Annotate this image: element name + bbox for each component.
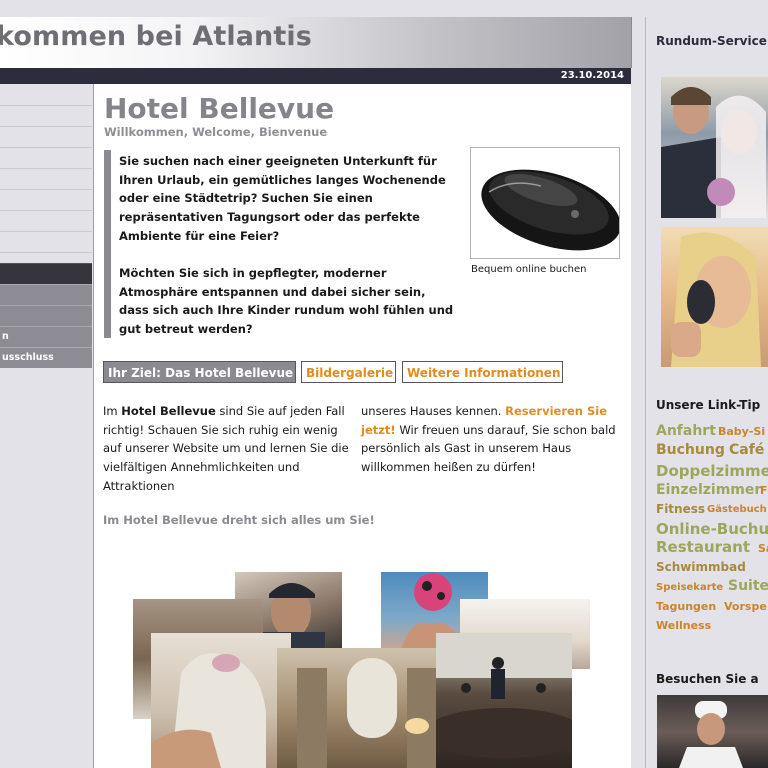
page-subtitle: Willkommen, Welcome, Bienvenue (104, 125, 328, 139)
tag-link[interactable]: Wellness (656, 619, 711, 632)
tag-link[interactable]: Anfahrt (656, 423, 716, 439)
nav-item-7[interactable] (0, 231, 92, 252)
tagline: Im Hotel Bellevue dreht sich alles um Si… (103, 513, 375, 527)
intro-quote-1: Sie suchen nach einer geeigneten Unterku… (119, 154, 446, 243)
tab-weitere-informationen[interactable]: Weitere Informationen (402, 361, 563, 383)
service-title: Rundum-Service Sie! (656, 34, 768, 48)
nav-item-5[interactable] (0, 189, 92, 210)
tab-ihr-ziel[interactable]: Ihr Ziel: Das Hotel Bellevue (103, 361, 296, 383)
tag-link[interactable]: F (760, 484, 768, 497)
nav-subitem-2[interactable] (0, 305, 92, 326)
meeting-image-icon (436, 633, 572, 758)
tag-link[interactable]: Gästebuch (707, 504, 767, 515)
nav-subitem-3[interactable]: n (0, 326, 92, 347)
collage-photo-hall (277, 648, 447, 768)
nav-item-1[interactable] (0, 105, 92, 126)
collage-photo-woman (151, 633, 291, 768)
nav-item-label: usschluss (2, 352, 54, 363)
wedding-image-icon (661, 87, 766, 218)
woman-image-icon (151, 653, 266, 768)
tab-bildergalerie[interactable]: Bildergalerie (301, 361, 396, 383)
nav-item-active[interactable] (0, 263, 92, 284)
paragraph-text: unseres Hauses kennen. (361, 404, 506, 418)
tag-link[interactable]: Speisekarte (656, 582, 723, 593)
computer-mouse-icon (481, 169, 621, 251)
image-caption: Bequem online buchen (471, 264, 587, 275)
collage-photo-meeting (436, 633, 572, 768)
tag-link[interactable]: Suite (728, 578, 768, 594)
tag-link[interactable]: Sa (758, 542, 768, 555)
intro-quote-2: Möchten Sie sich in gepflegter, moderner… (119, 266, 454, 337)
hall-image-icon (297, 658, 437, 768)
nav-item-label: n (2, 331, 9, 342)
nav-item-2[interactable] (0, 126, 92, 147)
paragraph-text: Im (103, 404, 122, 418)
tag-link[interactable]: Baby-Si (718, 425, 765, 438)
wedding-photo[interactable] (661, 77, 768, 218)
tag-link[interactable]: Vorspe (724, 600, 767, 613)
site-title: kommen bei Atlantis (0, 21, 312, 52)
tag-link[interactable]: Buchung (656, 442, 725, 458)
tag-link[interactable]: Café (729, 442, 764, 458)
intro-paragraph-left: Im Hotel Bellevue sind Sie auf jeden Fal… (103, 402, 353, 496)
quote-bar (104, 150, 111, 338)
beauty-photo[interactable] (661, 227, 768, 367)
mouse-image[interactable] (470, 147, 621, 259)
tag-link[interactable]: Online-Buchun (656, 520, 768, 538)
tag-link[interactable]: Doppelzimmer (656, 462, 768, 480)
page-title: Hotel Bellevue (104, 92, 335, 125)
paragraph-text: Wir freuen uns darauf, Sie schon bald pe… (361, 422, 616, 475)
paragraph-bold: Hotel Bellevue (121, 404, 216, 418)
visit-title: Besuchen Sie a (656, 672, 759, 686)
beauty-image-icon (671, 232, 761, 367)
tag-link[interactable]: Tagungen (656, 600, 716, 613)
nav-subitem-1[interactable] (0, 284, 92, 305)
tag-link[interactable]: Schwimmbad (656, 560, 746, 574)
date-bar (0, 68, 631, 84)
tag-link[interactable]: Fitness (656, 502, 705, 516)
left-navigation: n usschluss (0, 84, 92, 768)
chef-photo[interactable] (657, 695, 768, 768)
nav-subitem-4[interactable]: usschluss (0, 347, 92, 368)
current-date: 23.10.2014 (560, 70, 624, 81)
nav-item-6[interactable] (0, 210, 92, 231)
intro-paragraph-right: unseres Hauses kennen. Reservieren Sie j… (361, 402, 616, 477)
nav-item-4[interactable] (0, 168, 92, 189)
nav-item-3[interactable] (0, 147, 92, 168)
tag-link[interactable]: Restaurant (656, 538, 750, 556)
tag-link[interactable]: Einzelzimmer (656, 482, 761, 498)
linktips-title: Unsere Link-Tip (656, 398, 761, 412)
chef-image-icon (679, 701, 743, 768)
